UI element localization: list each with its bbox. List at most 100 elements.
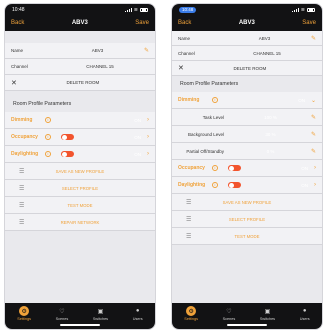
tab-users[interactable]: ● Users <box>133 306 143 321</box>
tab-switches[interactable]: ▣ Switches <box>260 306 275 322</box>
tab-label: Settings <box>17 317 32 321</box>
occupancy-toggle[interactable] <box>61 134 74 140</box>
chevron-right-icon: › <box>314 182 316 188</box>
channel-label: Channel <box>178 50 195 56</box>
back-button[interactable]: Back <box>178 20 191 26</box>
nav-bar: Back ABV3 Save <box>5 15 155 31</box>
tab-label: Users <box>299 317 310 321</box>
test-mode-button[interactable]: ☰ TEST MODE <box>5 197 155 214</box>
repair-network-button[interactable]: ☰ REPAIR NETWORK <box>5 214 155 231</box>
status-time: 10:48 <box>12 6 25 13</box>
param-value: ON <box>134 151 141 157</box>
wifi-icon: ≋ <box>300 6 305 13</box>
delete-room-button[interactable]: ✕ DELETE ROOM <box>5 75 155 91</box>
tab-switches[interactable]: ▣ Switches <box>93 306 108 322</box>
save-button[interactable]: Save <box>302 20 316 26</box>
tab-scenes[interactable]: ♡ Scenes <box>55 306 69 322</box>
lightbulb-icon: ♡ <box>226 308 232 315</box>
sliders-icon: ☰ <box>186 216 192 223</box>
battery-icon <box>140 7 148 12</box>
battery-icon <box>307 7 315 12</box>
edit-name-icon[interactable]: ✎ <box>144 47 149 54</box>
tab-label: Users <box>132 317 143 321</box>
sub-label: Partial Off/Standby <box>186 148 224 154</box>
edit-icon[interactable]: ✎ <box>311 148 316 155</box>
name-row[interactable]: Name ABV3 ✎ <box>5 43 155 59</box>
info-icon[interactable]: i <box>212 165 218 171</box>
delete-room-label: DELETE ROOM <box>66 80 100 85</box>
select-profile-button[interactable]: ☰ SELECT PROFILE <box>172 211 322 228</box>
tab-bar: ⚙ Settings ♡ Scenes ▣ Switches ● Users <box>172 303 322 329</box>
status-bar: 10:48 ≋ <box>5 4 155 15</box>
name-label: Name <box>178 35 191 41</box>
home-indicator[interactable] <box>60 324 100 326</box>
param-row-occupancy[interactable]: Occupancy i ON › <box>5 129 155 146</box>
phone-screen-left: 10:48 ≋ Back ABV3 Save Name ABV3 ✎ Chann… <box>5 4 155 329</box>
signal-icon <box>291 7 299 12</box>
info-icon[interactable]: i <box>45 151 51 157</box>
background-level-row[interactable]: Background Level 30 % ✎ <box>172 126 322 143</box>
sliders-icon: ☰ <box>19 202 25 209</box>
tab-users[interactable]: ● Users <box>300 306 310 321</box>
delete-room-button[interactable]: ✕ DELETE ROOM <box>172 61 322 76</box>
action-label: TEST MODE <box>234 233 260 239</box>
chevron-right-icon: › <box>147 117 149 123</box>
user-icon: ● <box>135 308 140 314</box>
param-label: Occupancy <box>178 165 205 171</box>
daylighting-toggle[interactable] <box>228 182 241 188</box>
save-as-new-profile-button[interactable]: ☰ SAVE AS NEW PROFILE <box>5 163 155 180</box>
param-value: ON <box>134 134 141 140</box>
home-indicator[interactable] <box>227 324 267 326</box>
param-row-daylighting[interactable]: Daylighting i ON › <box>172 177 322 194</box>
status-time: 10:48 <box>179 6 197 13</box>
gear-icon: ⚙ <box>19 306 30 316</box>
channel-value: CHANNEL 15 <box>253 50 281 56</box>
tab-label: Scenes <box>222 317 236 321</box>
param-row-daylighting[interactable]: Daylighting i ON › <box>5 146 155 163</box>
delete-room-label: DELETE ROOM <box>233 65 267 71</box>
info-icon[interactable]: i <box>212 182 218 188</box>
sub-value: 30 % <box>265 131 276 137</box>
action-label: TEST MODE <box>67 202 93 208</box>
tab-settings[interactable]: ⚙ Settings <box>17 306 31 321</box>
save-as-new-profile-button[interactable]: ☰ SAVE AS NEW PROFILE <box>172 194 322 211</box>
section-title: Room Profile Parameters <box>5 95 155 112</box>
name-row[interactable]: Name ABV3 ✎ <box>172 31 322 46</box>
status-bar: 10:48 ≋ <box>172 4 322 15</box>
param-row-dimming[interactable]: Dimming i ON › <box>5 112 155 129</box>
chevron-right-icon: › <box>147 134 149 140</box>
signal-icon <box>124 7 132 12</box>
select-profile-button[interactable]: ☰ SELECT PROFILE <box>5 180 155 197</box>
back-button[interactable]: Back <box>11 20 24 26</box>
info-icon[interactable]: i <box>45 134 51 140</box>
edit-icon[interactable]: ✎ <box>311 131 316 138</box>
status-icons: ≋ <box>124 7 148 13</box>
name-label: Name <box>11 48 24 53</box>
param-row-occupancy[interactable]: Occupancy i ON › <box>172 160 322 177</box>
task-level-row[interactable]: Task Level 100 % ✎ <box>172 109 322 126</box>
action-label: SELECT PROFILE <box>228 216 266 222</box>
switch-icon: ▣ <box>264 308 271 315</box>
param-label: Dimming <box>178 97 200 103</box>
channel-row[interactable]: Channel CHANNEL 15 <box>172 46 322 61</box>
edit-icon[interactable]: ✎ <box>311 114 316 121</box>
tab-label: Scenes <box>55 317 69 321</box>
sub-value: 100 % <box>264 114 277 120</box>
channel-row[interactable]: Channel CHANNEL 15 <box>5 59 155 75</box>
tab-settings[interactable]: ⚙ Settings <box>184 306 198 321</box>
tab-scenes[interactable]: ♡ Scenes <box>222 306 236 322</box>
test-mode-button[interactable]: ☰ TEST MODE <box>172 228 322 245</box>
occupancy-toggle[interactable] <box>228 165 241 171</box>
edit-name-icon[interactable]: ✎ <box>311 35 316 42</box>
save-button[interactable]: Save <box>135 20 149 26</box>
name-value: ABV3 <box>258 35 271 41</box>
sliders-icon: ☰ <box>19 219 25 226</box>
gear-icon: ⚙ <box>186 306 197 316</box>
param-label: Daylighting <box>11 151 39 157</box>
partial-off-standby-row[interactable]: Partial Off/Standby 0 % ✎ <box>172 143 322 160</box>
daylighting-toggle[interactable] <box>61 151 74 157</box>
param-value: ON <box>301 165 308 171</box>
param-row-dimming[interactable]: Dimming i ON ⌄ <box>172 92 322 109</box>
sub-label: Background Level <box>187 131 224 137</box>
